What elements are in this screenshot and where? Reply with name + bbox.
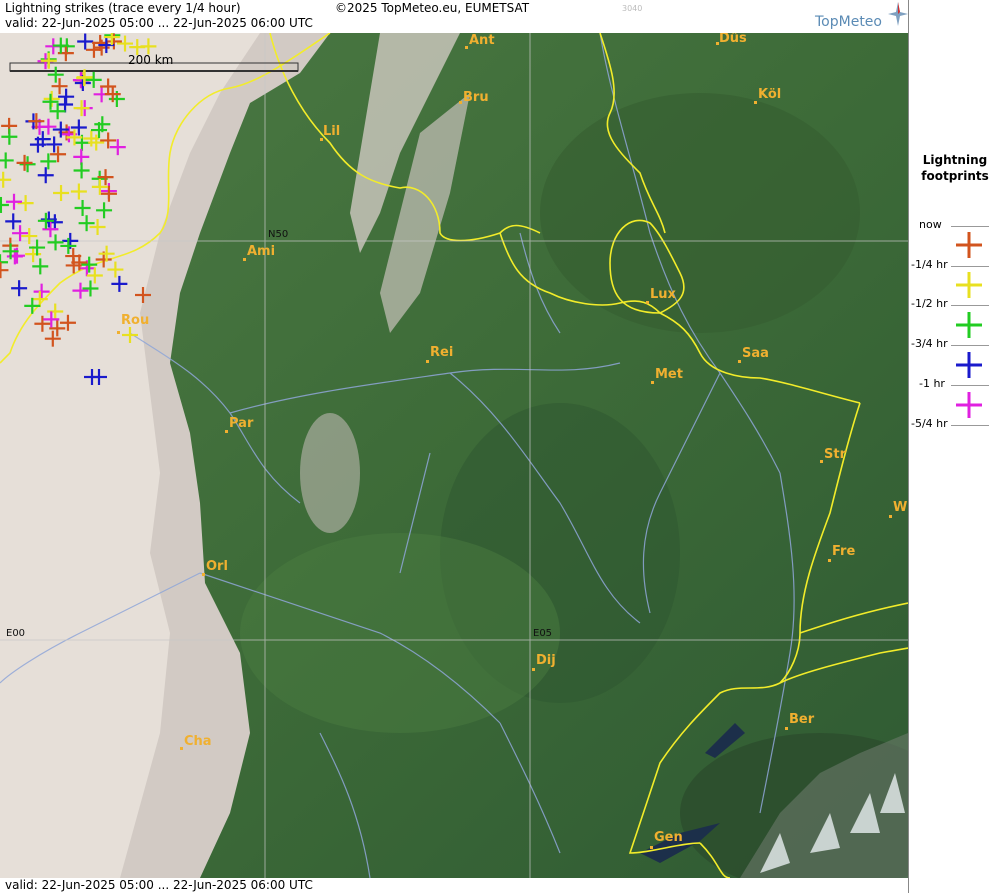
city-label-chateauroux: Cha xyxy=(184,734,212,749)
city-marker xyxy=(459,101,462,104)
legend-label-hour: -1 hr xyxy=(919,377,945,390)
city-marker xyxy=(889,515,892,518)
city-label-geneva: Gen xyxy=(654,830,683,845)
city-marker xyxy=(828,559,831,562)
city-label-lille: Lil xyxy=(323,124,341,139)
city-label-bern: Ber xyxy=(789,712,815,727)
legend-divider xyxy=(951,226,989,227)
city-marker xyxy=(117,331,120,334)
city-label-dijon: Dij xyxy=(536,653,556,668)
city-marker xyxy=(651,381,654,384)
city-label-metz: Met xyxy=(655,367,683,382)
legend-swatches xyxy=(956,232,982,418)
legend-panel: Lightning footprints now -1/4 hr -1/2 hr… xyxy=(908,0,1000,893)
topmeteo-logo: TopMeteo xyxy=(815,14,882,30)
satellite-map: 200 km N50 E00 E05 Ant Düs Bru Köl Lil A… xyxy=(0,33,908,878)
city-label-reims: Rei xyxy=(430,345,454,360)
legend-cross-icon xyxy=(956,312,982,338)
grid-label-n50: N50 xyxy=(268,229,289,240)
valid-time: valid: 22-Jun-2025 05:00 ... 22-Jun-2025… xyxy=(5,16,313,30)
copyright: ©2025 TopMeteo.eu, EUMETSAT xyxy=(335,1,530,15)
city-marker xyxy=(650,846,653,849)
city-label-amiens: Ami xyxy=(247,244,276,259)
map-canvas xyxy=(0,33,908,878)
city-marker xyxy=(180,747,183,750)
city-label-dusseldorf: Düs xyxy=(719,33,747,46)
grid-label-e00: E00 xyxy=(6,628,26,639)
city-marker xyxy=(646,301,649,304)
city-marker xyxy=(738,360,741,363)
legend-cross-icon xyxy=(956,392,982,418)
city-marker xyxy=(225,430,228,433)
city-label-orleans: Orl xyxy=(206,559,228,574)
map-code: 3040 xyxy=(622,4,643,13)
legend-title: Lightning footprints xyxy=(909,152,1000,184)
city-label-brussels: Bru xyxy=(463,90,489,105)
city-marker xyxy=(465,46,468,49)
city-marker xyxy=(243,258,246,261)
compass-icon xyxy=(888,2,908,26)
legend-label-now: now xyxy=(919,218,942,231)
city-label-freiburg: Fre xyxy=(832,544,856,559)
city-label-rouen: Rou xyxy=(121,313,150,328)
city-marker xyxy=(820,460,823,463)
footer-valid-time: valid: 22-Jun-2025 05:00 ... 22-Jun-2025… xyxy=(5,878,313,892)
footer-bar: valid: 22-Jun-2025 05:00 ... 22-Jun-2025… xyxy=(0,878,908,893)
city-label-w: W xyxy=(893,500,908,515)
city-label-saarbrucken: Saa xyxy=(742,346,769,361)
legend-cross-icon xyxy=(956,352,982,378)
city-label-paris: Par xyxy=(229,416,254,431)
legend-label-half: -1/2 hr xyxy=(911,297,948,310)
legend-label-quarter: -1/4 hr xyxy=(911,258,948,271)
city-marker xyxy=(785,727,788,730)
city-label-luxembourg: Lux xyxy=(650,287,676,302)
city-label-strasbourg: Str xyxy=(824,447,846,462)
legend-cross-icon xyxy=(956,272,982,298)
header-bar: Lightning strikes (trace every 1/4 hour)… xyxy=(0,0,908,33)
city-label-antwerp: Ant xyxy=(469,33,495,48)
legend-title-line2: footprints xyxy=(921,169,989,183)
legend-cross-icon xyxy=(956,232,982,258)
city-marker xyxy=(754,101,757,104)
city-marker xyxy=(202,573,205,576)
city-label-cologne: Köl xyxy=(758,87,782,102)
legend-title-line1: Lightning xyxy=(922,153,988,167)
legend-label-five-quarter: -5/4 hr xyxy=(911,417,948,430)
grid-label-e05: E05 xyxy=(533,628,553,639)
scale-label: 200 km xyxy=(128,53,174,67)
map-title: Lightning strikes (trace every 1/4 hour) xyxy=(5,1,241,15)
city-marker xyxy=(532,668,535,671)
legend-label-three-quarter: -3/4 hr xyxy=(911,337,948,350)
city-marker xyxy=(426,360,429,363)
